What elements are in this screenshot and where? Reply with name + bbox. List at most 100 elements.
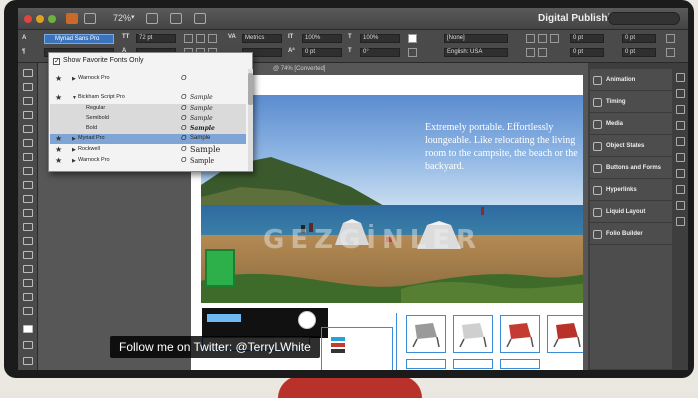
favorite-star-icon[interactable]: ★: [55, 93, 62, 103]
align-panel-icon[interactable]: [676, 201, 685, 210]
horizontal-scale-field[interactable]: 100%: [360, 34, 400, 43]
stroke-color-icon[interactable]: [408, 48, 417, 57]
type-tool-icon[interactable]: [23, 139, 33, 147]
panel-liquid-layout[interactable]: Liquid Layout: [590, 203, 672, 223]
font-row[interactable]: ★ ▼ Bickham Script Pro O Sample: [50, 93, 246, 103]
show-favorites-checkbox[interactable]: ✓: [53, 58, 60, 65]
beach-photo[interactable]: Extremely portable. Effortlessly loungea…: [201, 95, 583, 303]
fill-color-icon[interactable]: [408, 34, 417, 43]
eyedropper-tool-icon[interactable]: [23, 279, 33, 287]
font-style-row[interactable]: Semibold O Sample: [50, 114, 246, 124]
expand-icon[interactable]: ▶: [72, 134, 76, 144]
panel-object-states[interactable]: Object States: [590, 137, 672, 157]
price-frame[interactable]: [500, 359, 540, 369]
paragraph-panel-icon[interactable]: [676, 169, 685, 178]
superscript-icon[interactable]: [196, 34, 205, 43]
justify-icon[interactable]: [526, 48, 535, 57]
page-tool-icon[interactable]: [23, 97, 33, 105]
scissors-tool-icon[interactable]: [23, 223, 33, 231]
dropdown-scrollbar-thumb[interactable]: [248, 73, 253, 105]
direct-selection-tool-icon[interactable]: [23, 83, 33, 91]
close-window-icon[interactable]: [24, 15, 32, 23]
quick-apply-icon[interactable]: [666, 48, 675, 57]
paragraph-mode-icon[interactable]: ¶: [22, 49, 25, 55]
space-after-field[interactable]: 0 pt: [622, 48, 656, 57]
panel-hyperlinks[interactable]: Hyperlinks: [590, 181, 672, 201]
search-field[interactable]: [608, 12, 680, 25]
collapse-icon[interactable]: ▼: [72, 93, 77, 103]
first-line-indent-field[interactable]: 0 pt: [570, 48, 604, 57]
favorite-star-icon[interactable]: ★: [55, 74, 62, 84]
screen-mode-tool-icon[interactable]: [23, 357, 33, 365]
font-style-row[interactable]: Regular O Sample: [50, 104, 246, 114]
expand-icon[interactable]: ▶: [72, 156, 76, 166]
zoom-chevron-icon[interactable]: ▾: [131, 13, 135, 21]
kerning-field[interactable]: Metrics: [242, 34, 282, 43]
swatches-panel-icon[interactable]: [676, 137, 685, 146]
banner-text-frame[interactable]: [207, 314, 242, 322]
align-left-icon[interactable]: [526, 34, 535, 43]
free-transform-tool-icon[interactable]: [23, 237, 33, 245]
language-field[interactable]: English: USA: [444, 48, 508, 57]
document-tab[interactable]: @ 74% [Converted]: [273, 66, 325, 72]
font-row[interactable]: ★ ▶ Warnock Pro O: [50, 74, 246, 84]
gradient-tool-icon[interactable]: [23, 251, 33, 259]
rectangle-frame-tool-icon[interactable]: [23, 195, 33, 203]
zoom-window-icon[interactable]: [48, 15, 56, 23]
vertical-scale-field[interactable]: 100%: [302, 34, 342, 43]
font-row[interactable]: ★ ▶ Rockwell O Sample: [50, 145, 246, 155]
price-frame[interactable]: [453, 359, 493, 369]
panel-animation[interactable]: Animation: [590, 71, 672, 91]
panel-menu-icon[interactable]: [666, 34, 675, 43]
align-right-icon[interactable]: [550, 34, 559, 43]
right-indent-field[interactable]: 0 pt: [622, 34, 656, 43]
pages-panel-icon[interactable]: [676, 73, 685, 82]
note-tool-icon[interactable]: [23, 265, 33, 273]
font-style-row[interactable]: Bold O Sample: [50, 124, 246, 134]
rectangle-tool-icon[interactable]: [23, 209, 33, 217]
character-mode-icon[interactable]: A: [22, 35, 26, 41]
character-style-field[interactable]: [None]: [444, 34, 508, 43]
stroke-swatch-icon[interactable]: [23, 341, 33, 349]
effects-panel-icon[interactable]: [676, 217, 685, 226]
character-panel-icon[interactable]: [676, 153, 685, 162]
pen-tool-icon[interactable]: [23, 167, 33, 175]
stroke-panel-icon[interactable]: [676, 121, 685, 130]
text-wrap-panel-icon[interactable]: [676, 185, 685, 194]
left-indent-field[interactable]: 0 pt: [570, 34, 604, 43]
panel-media[interactable]: Media: [590, 115, 672, 135]
font-size-field[interactable]: 72 pt: [136, 34, 176, 43]
pencil-tool-icon[interactable]: [23, 181, 33, 189]
price-frame[interactable]: [406, 359, 446, 369]
expand-icon[interactable]: ▶: [72, 74, 76, 84]
panel-timing[interactable]: Timing: [590, 93, 672, 113]
bridge-icon[interactable]: [84, 13, 96, 24]
font-row[interactable]: ★ ▶ Warnock Pro O Sample: [50, 156, 246, 166]
hand-tool-icon[interactable]: [23, 293, 33, 301]
screen-mode-icon[interactable]: [170, 13, 182, 24]
zoom-level[interactable]: 72%: [113, 13, 131, 23]
favorite-star-icon[interactable]: ★: [55, 134, 62, 144]
skew-field[interactable]: 0°: [360, 48, 400, 57]
all-caps-icon[interactable]: [184, 34, 193, 43]
selection-tool-icon[interactable]: [23, 69, 33, 77]
font-family-field[interactable]: Myriad Sans Pro: [44, 34, 114, 44]
links-panel-icon[interactable]: [676, 105, 685, 114]
panel-folio-builder[interactable]: Folio Builder: [590, 225, 672, 245]
content-collector-icon[interactable]: [23, 125, 33, 133]
line-tool-icon[interactable]: [23, 153, 33, 161]
gap-tool-icon[interactable]: [23, 111, 33, 119]
green-graphic-frame[interactable]: [205, 249, 235, 287]
zoom-tool-icon[interactable]: [23, 307, 33, 315]
favorite-star-icon[interactable]: ★: [55, 156, 62, 166]
align-center-icon[interactable]: [538, 34, 547, 43]
headline-text[interactable]: Extremely portable. Effortlessly loungea…: [425, 121, 583, 173]
panel-buttons-and-forms[interactable]: Buttons and Forms: [590, 159, 672, 179]
arrange-documents-icon[interactable]: [194, 13, 206, 24]
underline-icon[interactable]: [208, 34, 217, 43]
fill-swatch-icon[interactable]: [23, 325, 33, 333]
font-row-selected[interactable]: ★ ▶ Myriad Pro O Sample: [50, 134, 246, 144]
expand-icon[interactable]: ▶: [72, 145, 76, 155]
justify-all-icon[interactable]: [538, 48, 547, 57]
layers-panel-icon[interactable]: [676, 89, 685, 98]
